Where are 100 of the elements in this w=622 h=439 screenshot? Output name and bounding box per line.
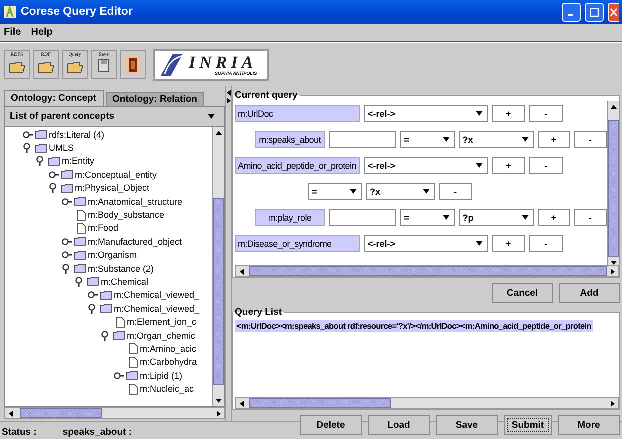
tab[interactable]: Ontology: Concept: [4, 90, 104, 106]
splitter-arrows-icon[interactable]: [226, 90, 230, 104]
menu-item[interactable]: File: [4, 27, 22, 38]
folder-icon: [126, 371, 138, 380]
remove-button[interactable]: -: [439, 183, 472, 200]
folder-icon: [74, 250, 86, 260]
folder-icon: [87, 277, 99, 286]
horizontal-scrollbar[interactable]: [4, 407, 225, 419]
horizontal-scrollbar[interactable]: [235, 265, 619, 277]
remove-button[interactable]: -: [529, 105, 563, 122]
maximize-button[interactable]: [585, 2, 604, 22]
tree-item[interactable]: m:Chemical: [101, 276, 149, 287]
folder-icon: [74, 197, 86, 206]
action-button[interactable]: Submit: [504, 415, 552, 435]
operator-dropdown[interactable]: =: [308, 183, 362, 200]
folder-icon: [35, 130, 47, 140]
add-button[interactable]: +: [538, 131, 570, 148]
document-icon: [77, 210, 86, 221]
horizontal-scrollbar[interactable]: [235, 397, 619, 409]
folder-icon: [61, 170, 73, 180]
document-icon: [77, 222, 86, 234]
dropdown-arrow-icon: [208, 114, 215, 119]
relation-dropdown[interactable]: <-rel->: [364, 235, 488, 252]
action-button[interactable]: Delete: [300, 415, 362, 435]
vertical-scrollbar[interactable]: [212, 127, 224, 406]
expanded-handle-icon[interactable]: [49, 183, 57, 194]
remove-button[interactable]: -: [529, 157, 563, 174]
dropdown-arrow-icon: [476, 241, 483, 246]
relation-dropdown[interactable]: <-rel->: [364, 105, 488, 122]
dropdown-arrow-icon: [522, 137, 529, 142]
value-field[interactable]: [329, 209, 396, 226]
tree-item[interactable]: m:Anatomical_structure: [88, 196, 183, 207]
action-button[interactable]: Save: [436, 415, 498, 435]
tree-item[interactable]: m:Conceptual_entity: [75, 170, 158, 180]
variable-dropdown[interactable]: ?p: [458, 209, 534, 226]
scroll-arrow-icon[interactable]: [608, 400, 616, 408]
tree-item[interactable]: m:Entity: [62, 156, 95, 166]
tree-item[interactable]: m:Food: [88, 223, 119, 234]
tree-item[interactable]: UMLS: [49, 143, 74, 154]
value-field[interactable]: [329, 131, 396, 148]
collapsed-handle-icon[interactable]: [62, 238, 72, 246]
expanded-handle-icon[interactable]: [62, 264, 70, 274]
maximize-icon: [590, 8, 599, 16]
add-button[interactable]: +: [538, 209, 570, 226]
vertical-scrollbar[interactable]: [607, 101, 619, 265]
remove-button[interactable]: -: [574, 209, 607, 226]
tab[interactable]: Ontology: Relation: [106, 92, 204, 106]
tree-item[interactable]: m:Chemical_viewed_: [114, 290, 200, 300]
tree-item[interactable]: m:Manufactured_object: [88, 236, 182, 247]
tree-item[interactable]: m:Chemical_viewed_: [114, 304, 200, 314]
concept-list-dropdown[interactable]: List of parent concepts: [4, 106, 225, 127]
variable-dropdown[interactable]: ?x: [458, 131, 534, 148]
tree-item[interactable]: m:Organ_chemic: [127, 330, 196, 341]
action-button[interactable]: Load: [368, 415, 430, 435]
operator-dropdown[interactable]: =: [400, 131, 455, 148]
collapsed-handle-icon[interactable]: [88, 291, 98, 300]
minimize-button[interactable]: [562, 2, 581, 22]
collapsed-handle-icon[interactable]: [114, 372, 124, 380]
remove-button[interactable]: -: [574, 131, 607, 148]
tree-item[interactable]: m:Body_substance: [88, 210, 165, 220]
tree-item[interactable]: m:Amino_acic: [140, 344, 197, 354]
scroll-arrow-icon[interactable]: [610, 102, 618, 110]
add-button[interactable]: +: [492, 235, 525, 252]
tree-item[interactable]: m:Physical_Object: [75, 183, 150, 194]
menu-item[interactable]: Help: [31, 27, 53, 38]
add-button[interactable]: +: [492, 105, 525, 122]
add-button[interactable]: +: [492, 157, 525, 174]
collapsed-handle-icon[interactable]: [62, 198, 72, 206]
expanded-handle-icon[interactable]: [88, 304, 96, 314]
folder-icon: [48, 156, 60, 166]
close-button[interactable]: [608, 2, 619, 22]
tree-item[interactable]: m:Element_ion_c: [127, 317, 197, 328]
scroll-arrow-icon[interactable]: [238, 400, 246, 408]
close-icon: [610, 8, 618, 16]
dialog-button[interactable]: Add: [559, 283, 620, 303]
tree-item[interactable]: m:Organism: [88, 250, 138, 260]
tree-item[interactable]: rdfs:Literal (4): [49, 130, 105, 140]
query-list-item[interactable]: <m:UrlDoc><m:speaks_about rdf:resource='?x'/></m:UrlDoc><m:Amino_acid_peptide_or_protein: [235, 320, 594, 332]
relation-dropdown[interactable]: <-rel->: [364, 157, 488, 174]
remove-button[interactable]: -: [529, 235, 563, 252]
operator-dropdown[interactable]: =: [400, 209, 455, 226]
tree-item[interactable]: m:Lipid (1): [140, 370, 183, 381]
tree-item[interactable]: m:Nucleic_ac: [140, 384, 194, 394]
dialog-button[interactable]: Cancel: [492, 283, 553, 303]
expanded-handle-icon[interactable]: [75, 276, 83, 287]
tree-item[interactable]: m:Substance (2): [88, 264, 154, 274]
variable-dropdown[interactable]: ?x: [366, 183, 435, 200]
folder-icon: [100, 290, 112, 300]
expanded-handle-icon[interactable]: [36, 156, 44, 166]
collapsed-handle-icon[interactable]: [23, 130, 33, 139]
collapsed-handle-icon[interactable]: [62, 251, 72, 260]
collapsed-handle-icon[interactable]: [49, 170, 59, 179]
tree-item[interactable]: m:Carbohydra: [140, 357, 198, 368]
expanded-handle-icon[interactable]: [23, 143, 31, 154]
scroll-arrow-icon[interactable]: [214, 128, 222, 136]
scroll-arrow-icon[interactable]: [238, 268, 246, 276]
scroll-arrow-icon[interactable]: [6, 410, 14, 418]
image-button[interactable]: [120, 50, 146, 79]
action-button[interactable]: More: [558, 415, 620, 435]
expanded-handle-icon[interactable]: [101, 330, 109, 341]
